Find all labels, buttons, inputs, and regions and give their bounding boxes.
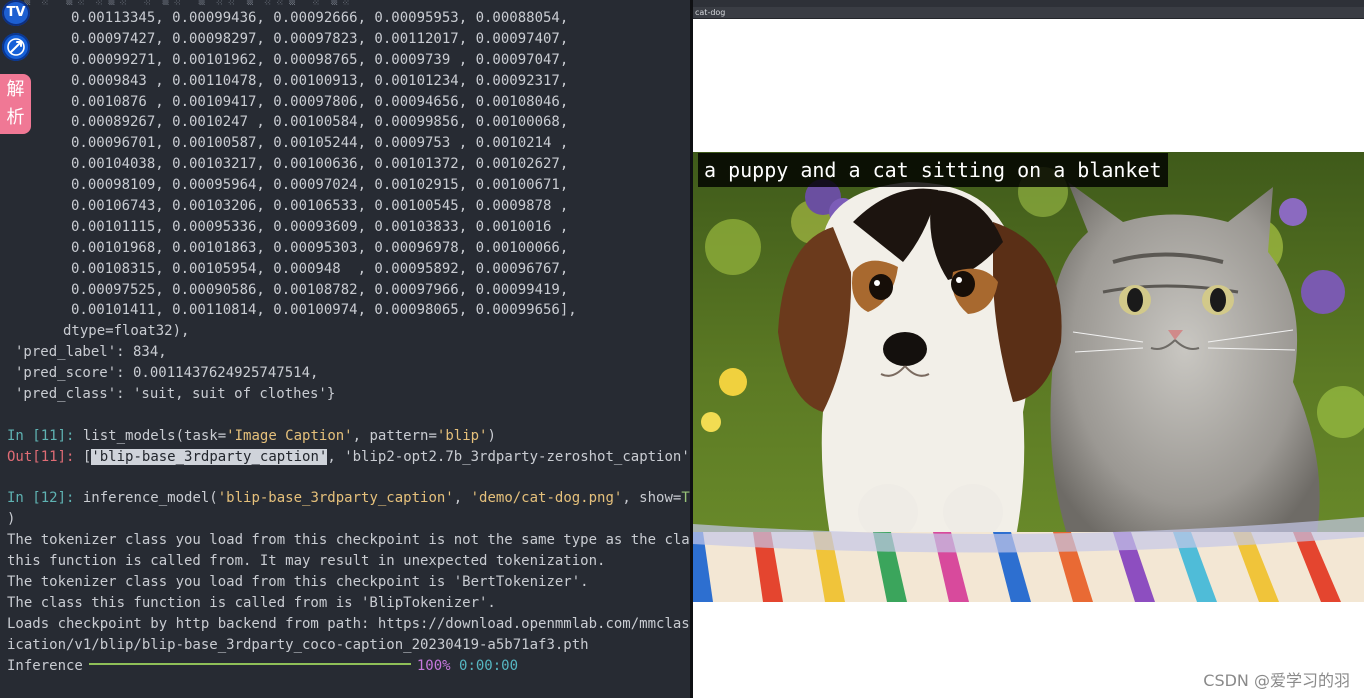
- array-row: 0.00089267, 0.0010247 , 0.00100584, 0.00…: [71, 114, 569, 131]
- tool-app-icon[interactable]: [2, 33, 30, 61]
- tv-icon-text: TV: [6, 5, 26, 20]
- wrench-icon: [7, 38, 25, 56]
- viewer-titlebar[interactable]: [693, 0, 1364, 7]
- puppy-and-cat-photo: [693, 152, 1364, 602]
- log-line: this function is called from. It may res…: [7, 553, 606, 570]
- progress-elapsed: 0:00:00: [459, 657, 519, 674]
- viewer-title: cat-dog: [695, 8, 726, 17]
- keyword-true: True: [681, 490, 690, 507]
- viewer-title-tab[interactable]: cat-dog: [693, 7, 1364, 19]
- array-row: 0.00101115, 0.00095336, 0.00093609, 0.00…: [71, 218, 569, 235]
- in-prompt: In [11]:: [7, 427, 75, 444]
- log-line: Loads checkpoint by http backend from pa…: [7, 615, 690, 632]
- pred-label-line: 'pred_label': 834,: [15, 344, 167, 361]
- code-text: , show=: [622, 490, 682, 507]
- code-text: ,: [327, 448, 345, 465]
- tv-app-icon[interactable]: TV: [2, 0, 30, 26]
- array-row: 0.0009843 , 0.00110478, 0.00100913, 0.00…: [71, 72, 569, 89]
- log-line: The tokenizer class you load from this c…: [7, 574, 589, 591]
- input-cell-12: In [12]: inference_model('blip-base_3rdp…: [7, 488, 690, 509]
- code-text: ): [7, 511, 16, 528]
- selected-model-name: 'blip-base_3rdparty_caption': [91, 448, 328, 465]
- image-viewer-window[interactable]: cat-dog a puppy and a cat sitting on a b…: [693, 0, 1364, 698]
- string-literal: 'blip-base_3rdparty_caption': [217, 490, 454, 507]
- progress-label: Inference: [7, 657, 83, 674]
- array-row: 0.00106743, 0.00103206, 0.00106533, 0.00…: [71, 198, 569, 215]
- log-line: ication/v1/blip/blip-base_3rdparty_coco-…: [7, 636, 589, 653]
- log-line: The class this function is called from i…: [7, 594, 496, 611]
- model-name: 'blip2-opt2.7b_3rdparty-zeroshot_caption…: [344, 448, 690, 465]
- code-text: , pattern=: [352, 427, 437, 444]
- progress-percent: 100%: [416, 657, 451, 674]
- parse-button-char-1: 解: [6, 79, 25, 100]
- terminal-top-strip: ░ ▒ ░ ▒ ░ ░ ▒ ░ ░ ▒ ░ ▒ ░ ░ ▒ ░ ░ ▒ ░ ▒ …: [0, 0, 690, 5]
- code-text: ): [487, 427, 496, 444]
- code-text: inference_model(: [82, 490, 218, 507]
- code-text: list_models(task=: [82, 427, 227, 444]
- parse-button[interactable]: 解 析: [0, 74, 31, 134]
- progress-bar: [88, 662, 411, 665]
- pred-score-line: 'pred_score': 0.0011437624925747514,: [15, 365, 319, 382]
- array-row: 0.00101411, 0.00110814, 0.00100974, 0.00…: [71, 302, 577, 319]
- string-literal: 'Image Caption': [226, 427, 353, 444]
- string-literal: 'demo/cat-dog.png': [470, 490, 623, 507]
- output-cell-11: Out[11]: ['blip-base_3rdparty_caption', …: [7, 447, 690, 468]
- terminal-output: 0.00113345, 0.00099436, 0.00092666, 0.00…: [7, 8, 690, 677]
- code-text: ,: [453, 490, 471, 507]
- log-line: The tokenizer class you load from this c…: [7, 532, 690, 549]
- progress-line: Inference 100% 0:00:00: [7, 656, 689, 677]
- array-row: 0.00096701, 0.00100587, 0.00105244, 0.00…: [71, 135, 569, 152]
- array-row: 0.00098109, 0.00095964, 0.00097024, 0.00…: [71, 177, 569, 194]
- input-cell-11: In [11]: list_models(task='Image Caption…: [7, 426, 689, 447]
- array-row: 0.0010876 , 0.00109417, 0.00097806, 0.00…: [71, 93, 569, 110]
- input-cell-12-continuation: ): [7, 509, 689, 530]
- array-row: 0.00097427, 0.00098297, 0.00097823, 0.00…: [71, 30, 569, 47]
- terminal-window[interactable]: ░ ▒ ░ ▒ ░ ░ ▒ ░ ░ ▒ ░ ▒ ░ ░ ▒ ░ ░ ▒ ░ ▒ …: [0, 0, 690, 698]
- array-row: 0.00101968, 0.00101863, 0.00095303, 0.00…: [71, 239, 569, 256]
- image-caption: a puppy and a cat sitting on a blanket: [698, 153, 1168, 187]
- string-literal: 'blip': [436, 427, 488, 444]
- array-row: 0.00108315, 0.00105954, 0.000948 , 0.000…: [71, 260, 569, 277]
- pred-class-line: 'pred_class': 'suit, suit of clothes'}: [15, 386, 336, 403]
- in-prompt: In [12]:: [7, 490, 75, 507]
- array-row: 0.00113345, 0.00099436, 0.00092666, 0.00…: [71, 10, 569, 26]
- csdn-watermark: CSDN @爱学习的羽: [1203, 671, 1350, 690]
- out-prompt: Out[11]:: [7, 448, 75, 465]
- parse-button-char-2: 析: [6, 107, 25, 128]
- array-row: 0.00099271, 0.00101962, 0.00098765, 0.00…: [71, 51, 569, 68]
- array-row: 0.00104038, 0.00103217, 0.00100636, 0.00…: [71, 156, 569, 173]
- dtype-line: dtype=float32),: [63, 323, 190, 340]
- array-row: 0.00097525, 0.00090586, 0.00108782, 0.00…: [71, 281, 569, 298]
